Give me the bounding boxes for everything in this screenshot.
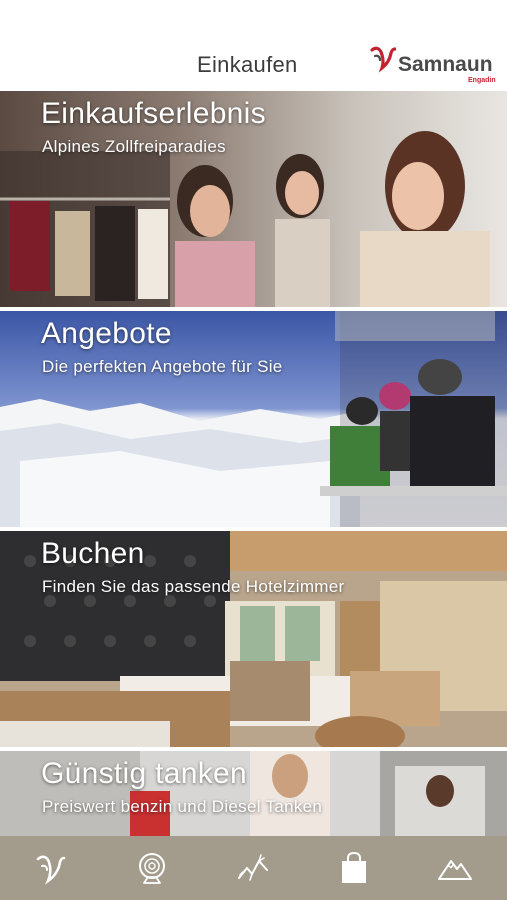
- tile-title: Buchen: [41, 537, 145, 570]
- samnaun-logo-icon: [36, 855, 65, 885]
- tab-mountains[interactable]: [404, 836, 505, 900]
- logo-wordmark: Samnaun: [398, 53, 493, 76]
- tile-guenstig-tanken[interactable]: Günstig tanken Preiswert benzin und Dies…: [0, 751, 507, 836]
- logo-subtitle: Engadin: [468, 77, 496, 84]
- tile-einkaufserlebnis[interactable]: Einkaufserlebnis Alpines Zollfreiparadie…: [0, 91, 507, 307]
- tab-activities[interactable]: [202, 836, 303, 900]
- tab-home[interactable]: [0, 836, 101, 900]
- tile-title: Günstig tanken: [41, 757, 247, 790]
- tile-title: Einkaufserlebnis: [41, 97, 266, 130]
- tile-subtitle: Die perfekten Angebote für Sie: [42, 357, 283, 376]
- tab-webcam[interactable]: [101, 836, 202, 900]
- tile-subtitle: Alpines Zollfreiparadies: [42, 137, 226, 156]
- bottom-tab-bar: [0, 836, 507, 900]
- tile-buchen[interactable]: Buchen Finden Sie das passende Hotelzimm…: [0, 531, 507, 747]
- tile-subtitle: Preiswert benzin und Diesel Tanken: [42, 797, 323, 816]
- mountain-icon: [437, 860, 472, 880]
- samnaun-mark-icon: [370, 46, 396, 73]
- webcam-icon: [138, 853, 165, 884]
- tab-shopping[interactable]: [303, 836, 404, 900]
- shopping-bag-icon: [341, 852, 366, 883]
- tile-subtitle: Finden Sie das passende Hotelzimmer: [42, 577, 345, 596]
- samnaun-logo[interactable]: Samnaun Engadin: [370, 44, 500, 86]
- tile-title: Angebote: [41, 317, 172, 350]
- app-header: Einkaufen Samnaun Engadin: [0, 0, 507, 90]
- page-title: Einkaufen: [197, 52, 298, 77]
- activity-icon: [237, 854, 268, 881]
- tile-angebote[interactable]: Angebote Die perfekten Angebote für Sie: [0, 311, 507, 527]
